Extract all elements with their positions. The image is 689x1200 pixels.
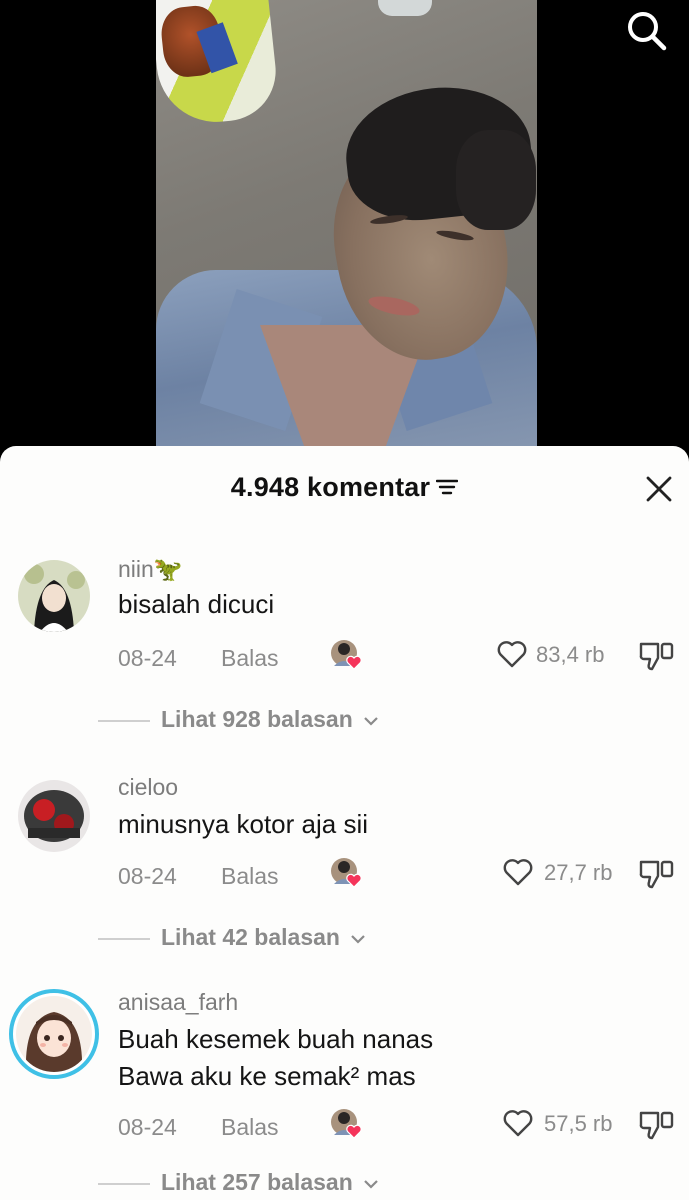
thumbs-down-icon <box>639 1111 674 1140</box>
creator-avatar-heart-icon <box>330 638 364 672</box>
view-replies-label: Lihat 42 balasan <box>161 924 340 950</box>
comment-username[interactable]: cieloo <box>118 774 178 801</box>
creator-avatar-heart-icon <box>330 856 364 890</box>
comment-text: bisalah dicuci <box>118 589 275 619</box>
thumbs-down-icon <box>639 642 674 671</box>
dislike-button[interactable] <box>638 1107 676 1141</box>
reply-button[interactable]: Balas <box>221 645 279 672</box>
dislike-button[interactable] <box>638 638 676 672</box>
reply-button[interactable]: Balas <box>221 863 279 890</box>
close-comments-button[interactable] <box>644 474 674 504</box>
comment-username[interactable]: anisaa_farh <box>118 989 238 1016</box>
comment-username[interactable]: niin🦖 <box>118 556 182 583</box>
comment-date: 08-24 <box>118 863 177 889</box>
like-button[interactable]: 57,5 rb <box>502 1107 622 1141</box>
thumbs-down-icon <box>639 860 674 889</box>
search-button[interactable] <box>624 8 668 52</box>
avatar[interactable] <box>18 780 90 852</box>
comment-text: Buah kesemek buah nanas Bawa aku ke sema… <box>118 1024 434 1091</box>
reply-button[interactable]: Balas <box>221 1114 279 1141</box>
creator-avatar-heart-icon <box>330 1107 364 1141</box>
like-count: 27,7 rb <box>544 860 613 885</box>
close-icon <box>646 476 672 502</box>
avatar[interactable] <box>18 560 90 632</box>
comment-date: 08-24 <box>118 645 177 671</box>
comment-count-label: 4.948 komentar <box>230 472 431 502</box>
noodle-cup <box>156 0 281 128</box>
chevron-down-icon <box>351 935 366 944</box>
like-count: 57,5 rb <box>544 1111 613 1136</box>
chevron-down-icon <box>364 1180 378 1189</box>
video-frame <box>156 0 537 460</box>
comment-text: minusnya kotor aja sii <box>118 809 368 839</box>
like-button[interactable]: 83,4 rb <box>496 638 616 672</box>
view-replies-label: Lihat 928 balasan <box>161 706 353 732</box>
comment-date: 08-24 <box>118 1114 177 1140</box>
chevron-down-icon <box>364 717 378 726</box>
comment-count-button[interactable]: 4.948 komentar <box>0 472 689 503</box>
heart-outline-icon <box>503 859 533 886</box>
heart-outline-icon <box>503 1110 533 1137</box>
dislike-button[interactable] <box>638 856 676 890</box>
sort-lines-icon <box>436 479 459 495</box>
heart-outline-icon <box>497 641 527 668</box>
avatar[interactable] <box>9 989 99 1079</box>
comments-header: 4.948 komentar <box>0 472 689 512</box>
search-icon <box>628 12 667 51</box>
comments-sheet: 4.948 komentar niin🦖 bisalah dicuci 08-2… <box>0 446 689 1200</box>
bottle <box>378 0 432 16</box>
video-player[interactable] <box>0 0 689 460</box>
like-button[interactable]: 27,7 rb <box>502 856 622 890</box>
view-replies-label: Lihat 257 balasan <box>161 1169 353 1195</box>
like-count: 83,4 rb <box>536 642 605 667</box>
